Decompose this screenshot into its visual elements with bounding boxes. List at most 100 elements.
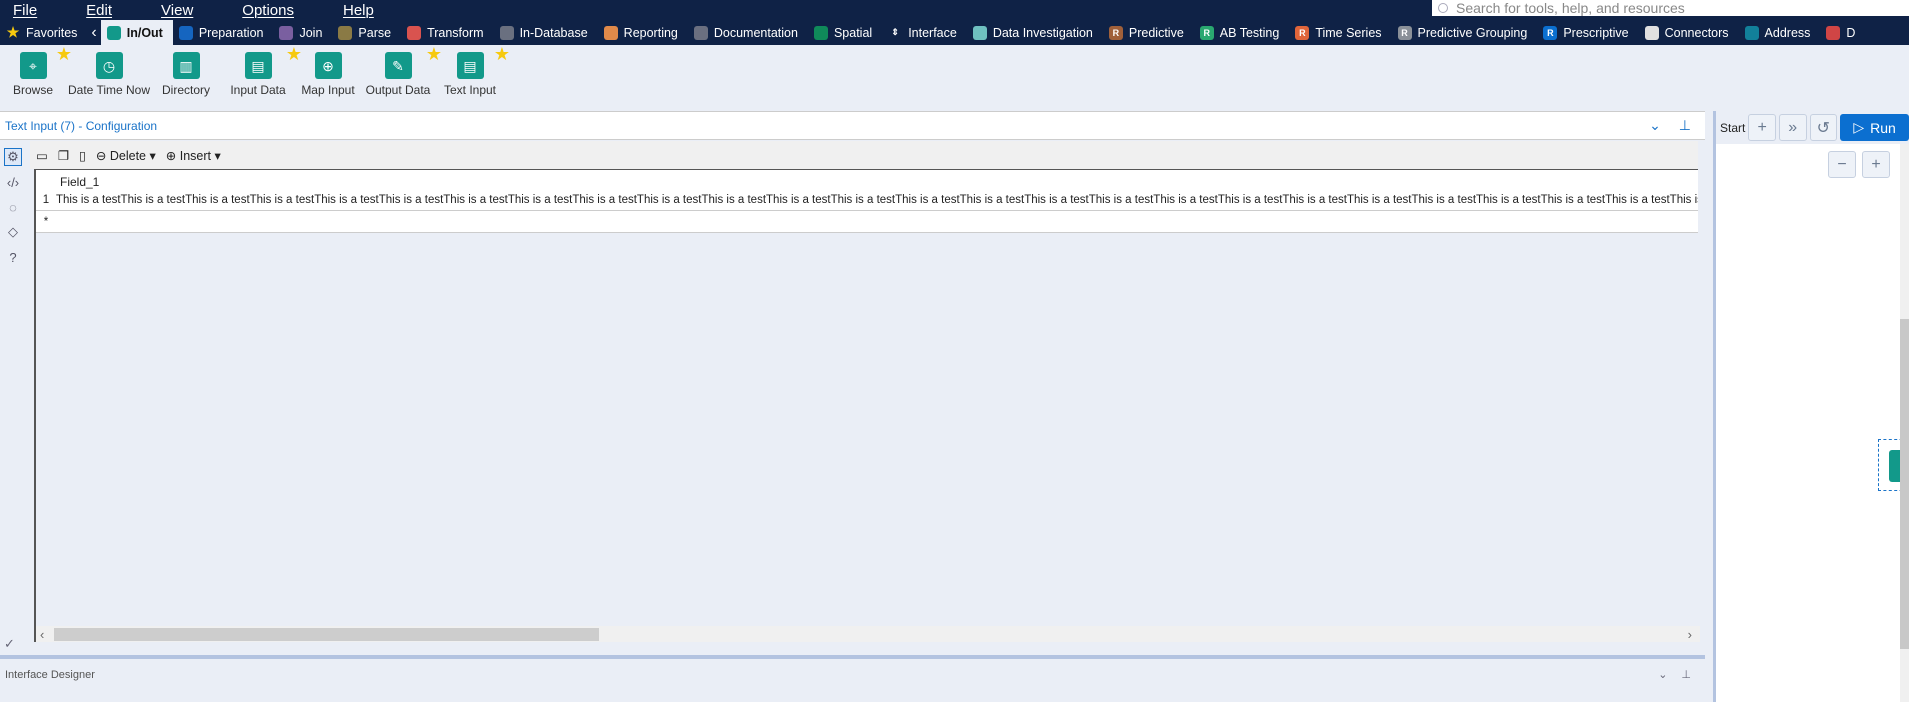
tab-label: Data Investigation: [992, 25, 1093, 40]
help-icon[interactable]: ?: [4, 248, 22, 266]
paste-icon[interactable]: ▯: [79, 148, 86, 163]
tab-label: Spatial: [833, 25, 873, 40]
tab-interface[interactable]: ⇕ Interface: [882, 20, 967, 45]
tab-join[interactable]: Join: [273, 20, 332, 45]
folder-icon[interactable]: ▭: [36, 148, 48, 163]
tool-directory[interactable]: ▥ Directory: [152, 45, 220, 110]
add-button[interactable]: +: [1748, 114, 1776, 141]
zoom-in-button[interactable]: +: [1862, 151, 1890, 178]
tab-label: In-Database: [519, 25, 588, 40]
horizontal-scrollbar[interactable]: ‹ ›: [36, 626, 1700, 642]
collapse-chevron-icon[interactable]: ⌄: [1658, 668, 1667, 681]
tool-browse[interactable]: ⌖ Browse ★: [0, 45, 72, 110]
tool-date-time-now[interactable]: ◷ Date Time Now: [66, 45, 152, 110]
tab-ab-testing[interactable]: R AB Testing: [1194, 20, 1290, 45]
tool-icon: ▤: [244, 52, 272, 79]
collapse-chevron-icon[interactable]: ⌄: [1649, 117, 1661, 134]
column-header[interactable]: Field_1: [60, 175, 99, 189]
tab-label: Time Series: [1315, 25, 1382, 40]
zoom-out-button[interactable]: −: [1828, 151, 1856, 178]
tab-address[interactable]: Address: [1739, 20, 1821, 45]
tool-palette: ⌖ Browse ★ ◷ Date Time Now ▥ Directory ▤ Input D…: [0, 45, 1909, 110]
tool-map-input[interactable]: ⊕ Map Input: [296, 45, 360, 110]
tab-favorites[interactable]: ★ Favorites: [0, 20, 87, 45]
scroll-thumb[interactable]: [54, 628, 599, 641]
tab-d[interactable]: D: [1820, 20, 1865, 45]
menu-help[interactable]: Help: [343, 2, 374, 19]
tool-input-data[interactable]: ▤ Input Data ★: [220, 45, 302, 110]
tab-data-investigation[interactable]: Data Investigation: [967, 20, 1103, 45]
tab-icon: [407, 25, 422, 40]
tab-transform[interactable]: Transform: [401, 20, 494, 45]
tab-icon: R: [1397, 25, 1412, 40]
scroll-thumb[interactable]: [1900, 319, 1909, 649]
tabs-scroll-left[interactable]: ‹: [91, 24, 96, 42]
tool-output-data[interactable]: ✎ Output Data ★: [360, 45, 442, 110]
run-button[interactable]: ▷ Run: [1840, 114, 1909, 141]
menu-edit[interactable]: Edit: [86, 2, 112, 19]
tab-parse[interactable]: Parse: [332, 20, 401, 45]
tab-icon: [1826, 25, 1841, 40]
start-label: Start: [1720, 120, 1746, 135]
annotation-icon[interactable]: ◌: [4, 198, 22, 216]
tool-label: Text Input: [443, 83, 497, 97]
tool-label: Map Input: [301, 83, 355, 97]
copy-icon[interactable]: ❐: [58, 148, 69, 163]
tab-reporting[interactable]: Reporting: [598, 20, 688, 45]
tool-label: Date Time Now: [67, 83, 151, 97]
configuration-panel: Text Input (7) - Configuration ⌄ ⊥ ⚙ ‹/› …: [0, 111, 1705, 652]
tab-icon: R: [1543, 25, 1558, 40]
search-input[interactable]: Search for tools, help, and resources: [1432, 0, 1909, 16]
tab-prescriptive[interactable]: R Prescriptive: [1537, 20, 1638, 45]
code-icon[interactable]: ‹/›: [4, 173, 22, 191]
tool-text-input[interactable]: ▤ Text Input ★: [436, 45, 510, 110]
workflow-canvas[interactable]: Start + » ↺ ▷ Run − +: [1713, 111, 1909, 702]
tag-icon[interactable]: ◇: [4, 223, 22, 241]
new-row[interactable]: *: [36, 211, 1698, 233]
tab-label: Join: [299, 25, 323, 40]
tab-label: D: [1846, 25, 1856, 40]
tab-icon: [1744, 25, 1759, 40]
tab-icon: [279, 25, 294, 40]
delete-label: Delete: [109, 148, 147, 163]
tab-time-series[interactable]: R Time Series: [1289, 20, 1391, 45]
tab-documentation[interactable]: Documentation: [688, 20, 808, 45]
forward-button[interactable]: »: [1778, 114, 1807, 141]
tab-icon: [499, 25, 514, 40]
search-placeholder: Search for tools, help, and resources: [1456, 0, 1685, 16]
run-label: Run: [1870, 119, 1896, 136]
table-row[interactable]: 1 This is a testThis is a testThis is a t…: [36, 189, 1698, 211]
pin-icon[interactable]: ⊥: [1681, 668, 1691, 681]
menu-view[interactable]: View: [161, 2, 193, 19]
tool-icon: ▥: [172, 52, 200, 79]
tab-icon: [106, 25, 121, 40]
menu-file[interactable]: File: [13, 2, 37, 19]
gear-icon[interactable]: ⚙: [4, 148, 22, 166]
tab-label: Transform: [427, 25, 484, 40]
tab-predictive-grouping[interactable]: R Predictive Grouping: [1392, 20, 1538, 45]
tab-spatial[interactable]: Spatial: [808, 20, 882, 45]
pin-icon[interactable]: ⊥: [1679, 117, 1691, 134]
menu-options[interactable]: Options: [242, 2, 294, 19]
tab-icon: [972, 25, 987, 40]
scroll-left-icon[interactable]: ‹: [40, 627, 44, 642]
favorite-star-icon[interactable]: ★: [494, 45, 510, 63]
history-icon[interactable]: ↺: [1809, 114, 1838, 141]
insert-button[interactable]: ⊕ Insert ▾: [166, 148, 221, 163]
cell-value[interactable]: This is a testThis is a testThis is a te…: [56, 194, 1698, 206]
tab-predictive[interactable]: R Predictive: [1103, 20, 1194, 45]
tab-in-out[interactable]: In/Out: [100, 20, 173, 45]
tab-label: Interface: [908, 25, 957, 40]
tab-label: Parse: [358, 25, 392, 40]
row-number: 1: [42, 193, 50, 206]
config-title: Text Input (7) - Configuration: [5, 118, 158, 133]
tab-label: Address: [1764, 25, 1811, 40]
tab-in-database[interactable]: In-Database: [494, 20, 598, 45]
delete-button[interactable]: ⊖ Delete ▾: [96, 148, 156, 163]
tab-label: Predictive Grouping: [1417, 25, 1528, 40]
vertical-scrollbar[interactable]: [1900, 144, 1909, 702]
tab-connectors[interactable]: Connectors: [1639, 20, 1739, 45]
tool-category-tabs: ★ Favorites ‹ In/Out Preparation Join Parse Tra…: [0, 20, 1909, 45]
tab-preparation[interactable]: Preparation: [173, 20, 274, 45]
scroll-right-icon[interactable]: ›: [1688, 627, 1692, 642]
